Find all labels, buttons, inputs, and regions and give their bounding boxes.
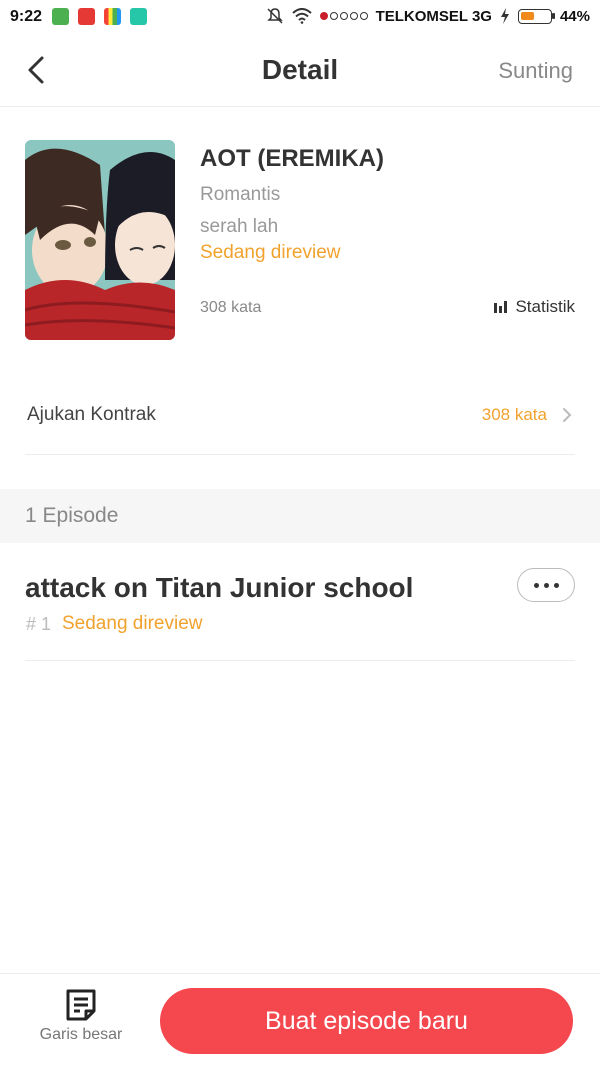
cover-illustration	[25, 140, 175, 340]
statistics-label: Statistik	[515, 297, 575, 316]
episode-list-item[interactable]: attack on Titan Junior school # 1 Sedang…	[25, 560, 575, 661]
book-word-count: 308 kata	[200, 299, 262, 316]
status-time: 9:22	[10, 8, 43, 25]
battery-icon	[517, 8, 555, 24]
more-dots-icon	[531, 582, 561, 588]
manga-toon-icon	[78, 8, 95, 25]
more-options-button[interactable]	[517, 568, 575, 602]
episode-section-header: 1 Episode	[0, 489, 600, 543]
book-genre: Romantis	[200, 184, 281, 205]
book-title: AOT (EREMIKA)	[200, 145, 384, 172]
submit-contract-label: Ajukan Kontrak	[27, 404, 156, 425]
app-green-icon	[52, 8, 69, 25]
episode-number: # 1	[26, 614, 52, 634]
create-new-episode-button[interactable]: Buat episode baru	[160, 988, 573, 1054]
mute-icon	[266, 8, 283, 24]
header: Detail Sunting	[0, 34, 600, 107]
carrier-name: TELKOMSEL 3G	[375, 7, 492, 25]
edit-button[interactable]: Sunting	[498, 58, 573, 84]
notification-icons	[52, 8, 147, 25]
outline-label: Garis besar	[39, 1026, 123, 1043]
signal-icon	[319, 12, 368, 20]
app-multicolor-icon	[104, 8, 121, 25]
book-cover[interactable]	[25, 140, 175, 340]
book-status: Sedang direview	[200, 242, 341, 263]
episode-count: 1 Episode	[25, 504, 119, 527]
wifi-icon	[291, 8, 312, 24]
submit-contract-row[interactable]: Ajukan Kontrak 308 kata	[25, 380, 575, 455]
status-bar: 9:22 TELKOMSEL 3G 44%	[0, 0, 600, 34]
outline-button[interactable]: Garis besar	[26, 988, 136, 1056]
bottom-bar: Garis besar Buat episode baru	[0, 973, 600, 1068]
bar-chart-icon	[494, 301, 508, 313]
chevron-right-icon	[563, 408, 572, 422]
book-description: serah lah	[200, 216, 279, 237]
statistics-button[interactable]: Statistik	[494, 297, 575, 317]
battery-percent: 44%	[559, 7, 590, 25]
app-grid-icon	[130, 8, 147, 25]
episode-title: attack on Titan Junior school	[25, 572, 414, 603]
contract-word-count: 308 kata	[481, 405, 547, 424]
status-right: TELKOMSEL 3G 44%	[266, 7, 590, 25]
outline-document-icon	[66, 989, 96, 1021]
episode-status: Sedang direview	[62, 613, 203, 634]
charging-icon	[500, 8, 509, 24]
